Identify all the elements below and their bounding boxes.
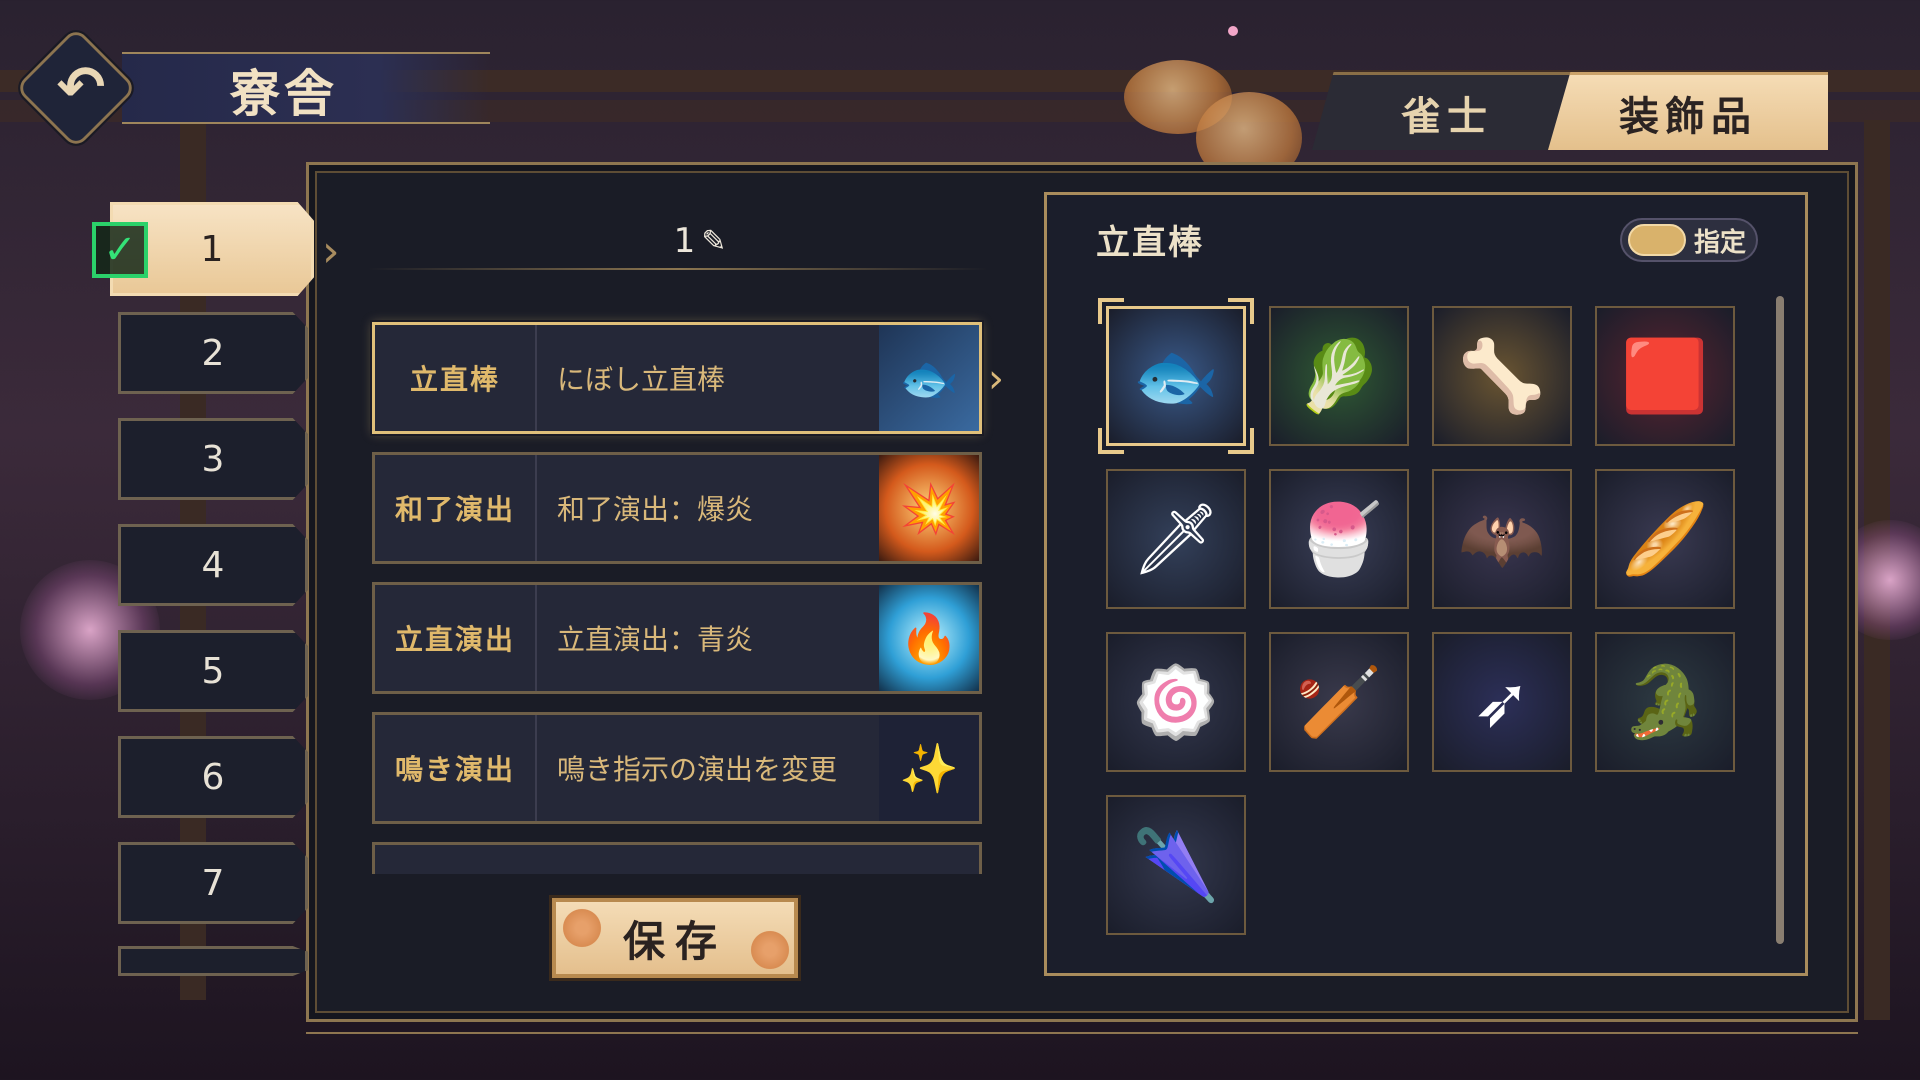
slot-6[interactable]: 6 bbox=[118, 736, 308, 818]
check-icon: ✓ bbox=[92, 222, 148, 278]
loadout-name-text: 1 bbox=[673, 221, 696, 261]
baguette-icon[interactable]: 🥖 bbox=[1595, 469, 1735, 609]
bat-wing-icon[interactable]: 🦇 bbox=[1432, 469, 1572, 609]
crocodile-icon[interactable]: 🐊 bbox=[1595, 632, 1735, 772]
setting-row-partial[interactable] bbox=[372, 842, 982, 874]
popsicle-icon[interactable]: 🍧 bbox=[1269, 469, 1409, 609]
selection-corner bbox=[1098, 428, 1124, 454]
row-value: 立直演出：青炎 bbox=[557, 623, 754, 656]
red-stick-icon[interactable]: 🟥 bbox=[1595, 306, 1735, 446]
scrollbar[interactable] bbox=[1776, 296, 1784, 944]
undo-arrow-icon[interactable]: ↶ bbox=[40, 52, 122, 122]
naruto-skewer-icon[interactable]: 🍥 bbox=[1106, 632, 1246, 772]
tab-janshi[interactable]: 雀士 bbox=[1312, 72, 1582, 150]
row-category: 立直演出 bbox=[375, 585, 537, 691]
selection-corner bbox=[1098, 298, 1124, 324]
fish-stick-icon[interactable]: 🐟 bbox=[1106, 306, 1246, 446]
panel-title: 立直棒 bbox=[1096, 222, 1204, 263]
blue-flame-icon: 🔥 bbox=[879, 585, 979, 691]
divider bbox=[368, 268, 988, 270]
chevron-right-icon: › bbox=[988, 356, 1004, 402]
selection-corner bbox=[1228, 428, 1254, 454]
setting-row-riichi-stick[interactable]: 立直棒 にぼし立直棒 🐟 bbox=[372, 322, 982, 434]
baseball-bat-icon[interactable]: 🏏 bbox=[1269, 632, 1409, 772]
setting-row-riichi-effect[interactable]: 立直演出 立直演出：青炎 🔥 bbox=[372, 582, 982, 694]
fish-icon: 🐟 bbox=[879, 325, 979, 431]
flower-icon bbox=[560, 906, 604, 950]
row-value: 和了演出：爆炎 bbox=[557, 493, 754, 526]
setting-row-win-effect[interactable]: 和了演出 和了演出：爆炎 💥 bbox=[372, 452, 982, 564]
umbrella-icon[interactable]: 🌂 bbox=[1106, 795, 1246, 935]
bone-stick-icon[interactable]: 🦴 bbox=[1432, 306, 1572, 446]
selection-corner bbox=[1228, 298, 1254, 324]
slot-5[interactable]: 5 bbox=[118, 630, 308, 712]
specify-toggle[interactable]: 指定 bbox=[1620, 218, 1758, 262]
loadout-name[interactable]: 1 ✎ bbox=[600, 216, 800, 266]
slot-7[interactable]: 7 bbox=[118, 842, 308, 924]
setting-row-call-effect[interactable]: 鳴き演出 鳴き指示の演出を変更 ✨ bbox=[372, 712, 982, 824]
row-value: 鳴き指示の演出を変更 bbox=[557, 753, 838, 786]
row-category: 和了演出 bbox=[375, 455, 537, 561]
neon-arrow-icon[interactable]: ➶ bbox=[1432, 632, 1572, 772]
slot-8-partial[interactable] bbox=[118, 946, 308, 976]
toggle-label: 指定 bbox=[1694, 227, 1747, 258]
row-category: 立直棒 bbox=[375, 325, 537, 431]
toggle-knob bbox=[1628, 224, 1686, 256]
pixel-sword-icon[interactable]: 🗡 bbox=[1106, 469, 1246, 609]
fire-burst-icon: 💥 bbox=[879, 455, 979, 561]
tab-decorations[interactable]: 装飾品 bbox=[1548, 72, 1828, 150]
leek-stick-icon[interactable]: 🥬 bbox=[1269, 306, 1409, 446]
page-title: 寮舎 bbox=[230, 64, 338, 123]
petal-particle bbox=[1228, 26, 1238, 36]
slot-2[interactable]: 2 bbox=[118, 312, 308, 394]
pencil-edit-icon[interactable]: ✎ bbox=[701, 224, 726, 259]
slot-3[interactable]: 3 bbox=[118, 418, 308, 500]
row-category: 鳴き演出 bbox=[375, 715, 537, 821]
frame-divider bbox=[306, 1032, 1858, 1034]
sparkle-box-icon: ✨ bbox=[879, 715, 979, 821]
chevron-right-icon: › bbox=[322, 226, 340, 277]
row-value: にぼし立直棒 bbox=[557, 363, 726, 396]
slot-4[interactable]: 4 bbox=[118, 524, 308, 606]
flower-icon bbox=[748, 928, 792, 972]
